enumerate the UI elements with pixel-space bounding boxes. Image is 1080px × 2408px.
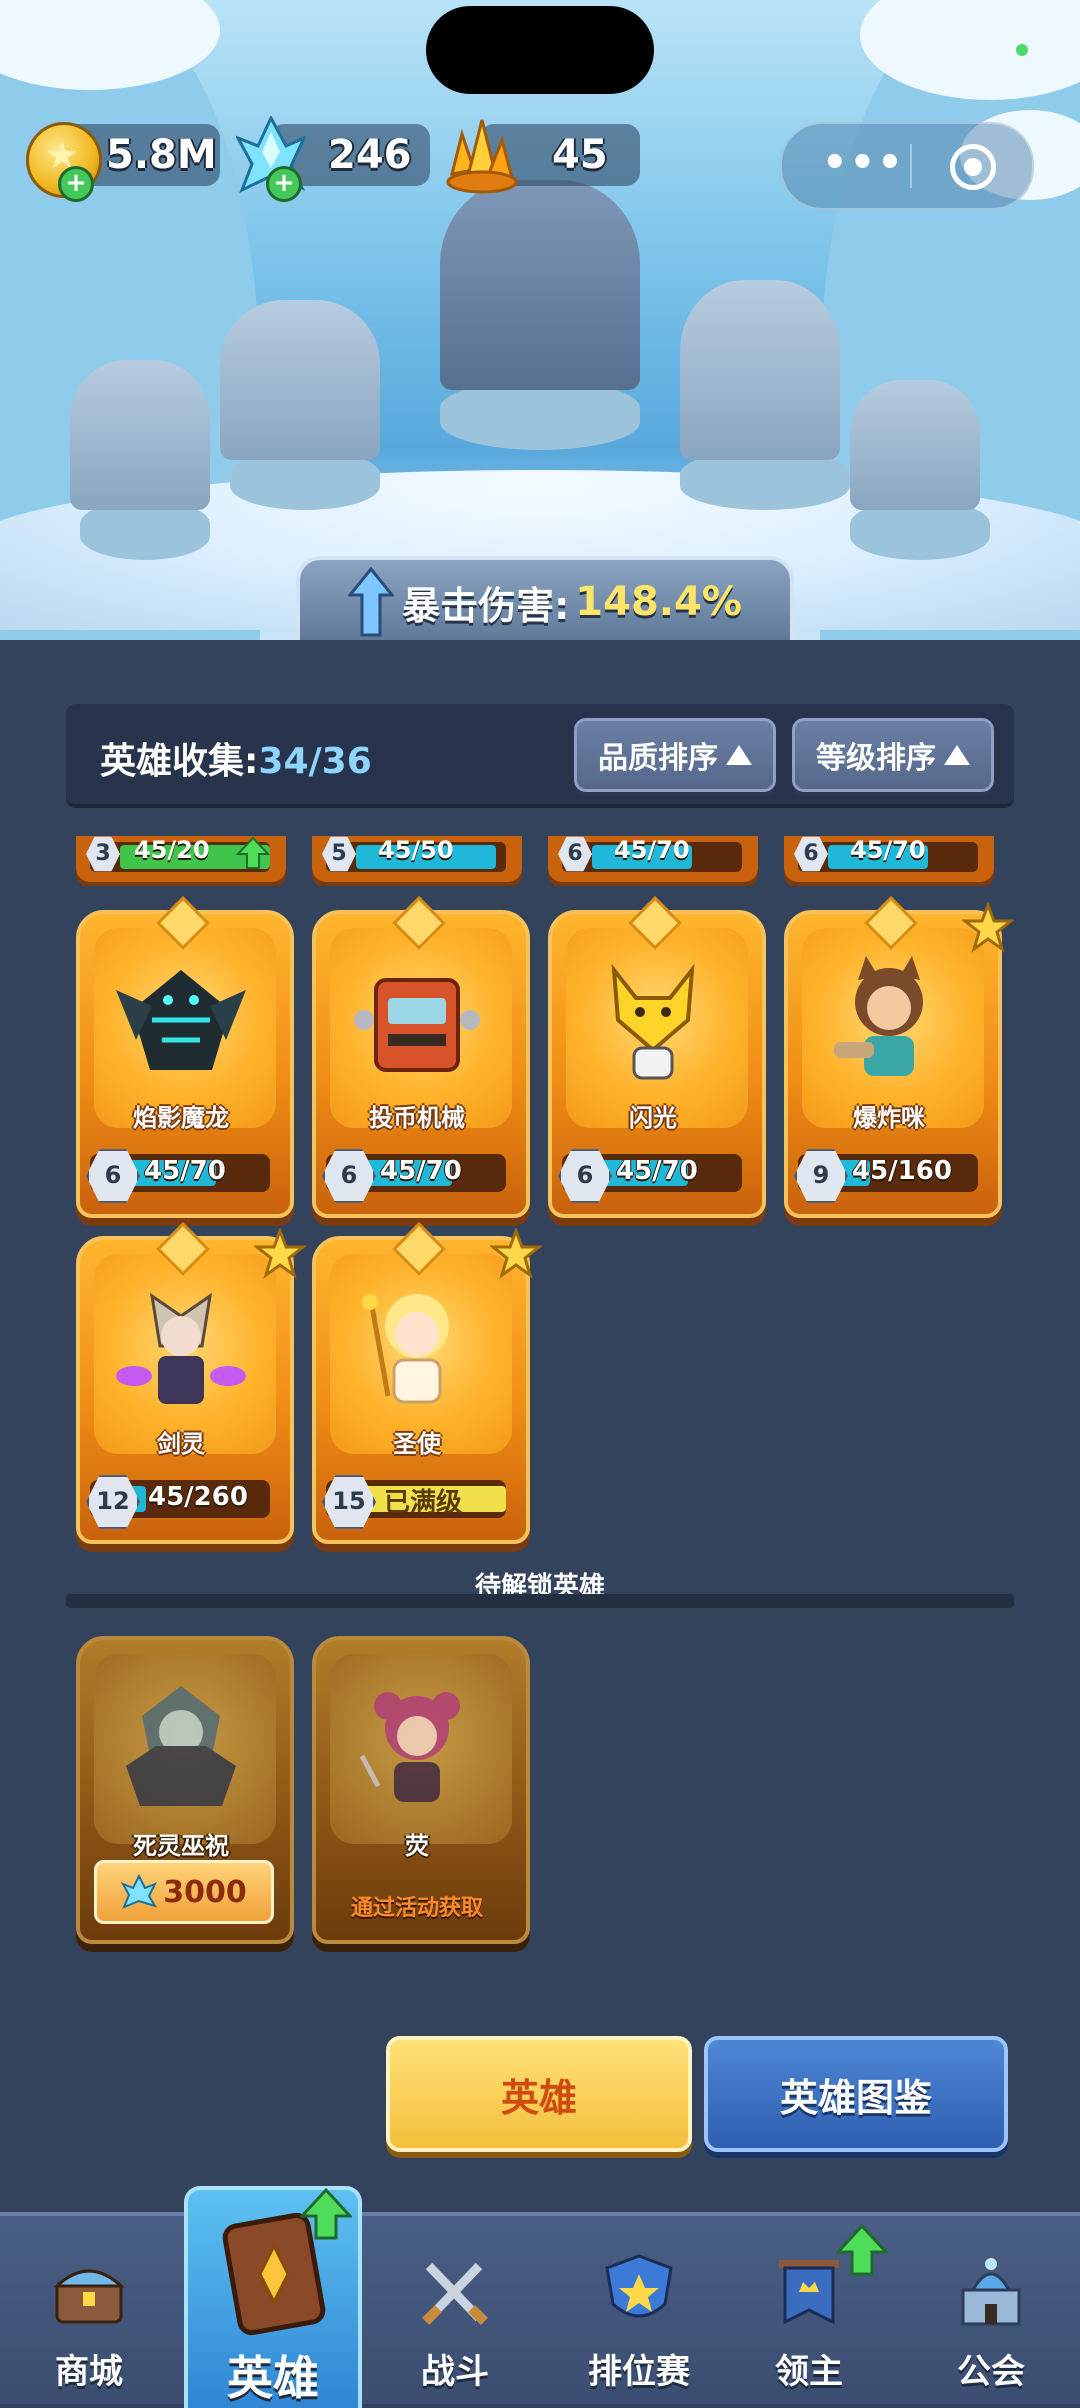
add-crystal-icon[interactable]: + (266, 166, 302, 202)
upgrade-arrow-icon (236, 836, 270, 869)
hero-name: 剑灵 (157, 1430, 205, 1458)
add-gold-icon[interactable]: + (58, 166, 94, 202)
progress-text: 45/70 (616, 1156, 698, 1186)
progress-text: 45/70 (614, 836, 690, 864)
cat-girl-icon (834, 956, 923, 1076)
progress-text: 45/50 (378, 836, 454, 864)
nav-label: 排位赛 (588, 2352, 690, 2392)
hero-name: 死灵巫祝 (133, 1832, 229, 1860)
nav-shop[interactable]: 商城 (4, 2216, 174, 2404)
collection-title: 英雄收集:34/36 (100, 732, 372, 784)
hero-statue (850, 380, 980, 510)
sort-by-quality-button[interactable]: 品质排序 (574, 718, 776, 792)
sort-level-label: 等级排序 (816, 741, 936, 776)
upgrade-arrow-icon (836, 2224, 888, 2276)
unlock-price-button[interactable]: 3000 (94, 1860, 274, 1924)
star-icon (962, 902, 1014, 953)
hero-name: 圣使 (393, 1430, 441, 1458)
camera-notch (426, 6, 654, 94)
hero-card-partial[interactable]: 6 45/70 (784, 836, 994, 886)
collection-header: 英雄收集:34/36 品质排序 等级排序 (66, 704, 1014, 808)
necromancer-icon (126, 1686, 236, 1806)
castle-icon (961, 2258, 1021, 2326)
capsule-divider (910, 144, 912, 188)
hero-name: 投币机械 (369, 1104, 465, 1132)
more-options-icon[interactable]: ••• (822, 140, 905, 186)
shadow-dragon-icon (116, 970, 246, 1070)
sort-ascending-icon (944, 745, 970, 765)
hero-card-partial[interactable]: 3 45/20 (76, 836, 286, 886)
hero-statue (220, 300, 380, 460)
progress-text: 45/20 (134, 836, 210, 864)
collection-label: 英雄收集: (100, 741, 259, 782)
progress-text: 45/70 (380, 1156, 462, 1186)
progress-text: 45/70 (144, 1156, 226, 1186)
rank-shield-icon (605, 2254, 673, 2318)
nav-label: 商城 (55, 2352, 123, 2392)
flash-fox-icon (611, 963, 695, 1080)
amber-crystal-icon (446, 119, 518, 194)
locked-divider (66, 1594, 1014, 1608)
nav-label: 领主 (775, 2352, 843, 2392)
swords-icon (422, 2262, 488, 2325)
nav-battle[interactable]: 战斗 (370, 2216, 540, 2404)
level-bar: 9 45/160 (794, 1149, 978, 1203)
hero-statue (70, 360, 210, 510)
hero-statue (680, 280, 840, 460)
level-bar: 6 45/70 (558, 1149, 742, 1203)
hero-name: 焰影魔龙 (133, 1104, 229, 1132)
heroes-button[interactable]: 英雄 (386, 2036, 692, 2152)
status-dot (1016, 44, 1028, 56)
statue-pedestal (440, 380, 640, 450)
sort-quality-label: 品质排序 (598, 741, 718, 776)
hero-card-partial[interactable]: 5 45/50 (312, 836, 522, 886)
mini-program-capsule: ••• (780, 122, 1034, 210)
sort-by-level-button[interactable]: 等级排序 (792, 718, 994, 792)
crit-damage-label: 暴击伤害: (402, 583, 570, 628)
crit-damage-banner: 暴击伤害: 148.4% (296, 556, 794, 640)
gold-amount: 5.8M (106, 132, 217, 178)
nav-ranked[interactable]: 排位赛 (554, 2216, 724, 2404)
hero-name: 爆炸咪 (853, 1104, 925, 1132)
obtain-via-event-text: 通过活动获取 (350, 1896, 483, 1921)
progress-text: 45/70 (850, 836, 926, 864)
coin-robot-icon (354, 978, 480, 1072)
progress-text: 45/160 (852, 1156, 952, 1186)
up-arrow-icon (348, 567, 395, 637)
collection-count: 34/36 (258, 741, 372, 782)
hero-hall-scene: 5.8M + 246 + 45 ••• 暴击伤害: 148.4% (0, 0, 1080, 640)
amber-amount: 45 (552, 132, 608, 178)
hero-name: 荧 (405, 1832, 429, 1860)
nav-label: 英雄 (227, 2351, 319, 2405)
star-icon (254, 1228, 306, 1279)
level-bar: 6 45/70 (86, 1149, 270, 1203)
chest-icon (53, 2269, 125, 2324)
progress-text: 45/260 (148, 1482, 248, 1512)
level-bar: 12 45/260 (86, 1475, 270, 1529)
level-bar: 6 45/70 (322, 1149, 506, 1203)
sword-spirit-icon (116, 1292, 246, 1404)
nav-label: 公会 (957, 2352, 1025, 2392)
dragon-statue (440, 180, 640, 390)
crit-damage-value: 148.4% (575, 579, 742, 625)
max-level-text: 已满级 (384, 1488, 463, 1518)
witch-girl-icon (359, 1692, 460, 1802)
crystal-icon (121, 1874, 158, 1909)
angel-icon (362, 1294, 449, 1404)
close-target-icon[interactable] (950, 144, 996, 190)
unlock-price: 3000 (163, 1874, 247, 1910)
nav-label: 战斗 (421, 2352, 489, 2392)
crystal-amount: 246 (328, 132, 412, 178)
star-icon (490, 1228, 542, 1279)
level-bar: 15 已满级 (322, 1475, 506, 1529)
nav-guild[interactable]: 公会 (906, 2216, 1076, 2404)
sort-ascending-icon (726, 745, 752, 765)
hero-card-partial[interactable]: 6 45/70 (548, 836, 758, 886)
hero-codex-button[interactable]: 英雄图鉴 (704, 2036, 1008, 2152)
bottom-nav: 商城 英雄 战斗 排位赛 领主 公会 (0, 2186, 1080, 2408)
hero-name: 闪光 (629, 1104, 677, 1132)
upgrade-arrow-icon (300, 2188, 352, 2240)
